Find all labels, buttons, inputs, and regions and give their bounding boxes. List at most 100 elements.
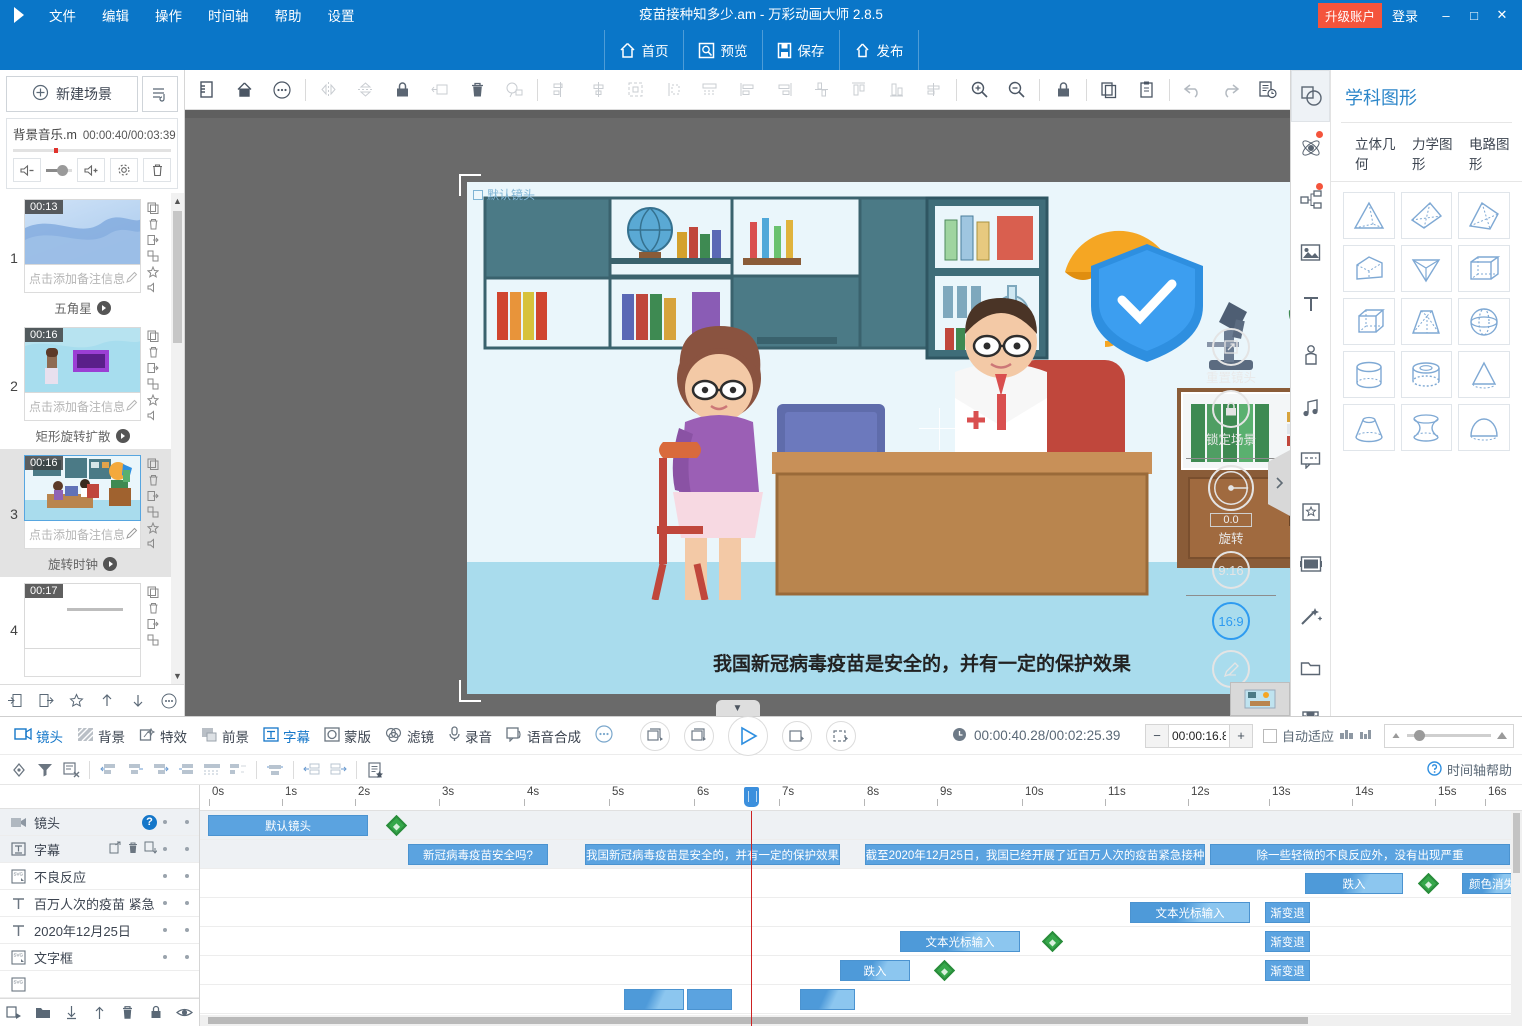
- delete-icon[interactable]: [144, 472, 162, 487]
- timeline-clip[interactable]: [687, 989, 732, 1010]
- delete-icon[interactable]: [127, 841, 139, 857]
- delete-icon[interactable]: [117, 1002, 139, 1024]
- scene-list-scrollbar[interactable]: ▲ ▼: [171, 193, 184, 684]
- track-header-camera[interactable]: 镜头 ?: [0, 809, 199, 836]
- scene-item-2[interactable]: 2 00:16: [0, 321, 171, 449]
- preview-scene-button[interactable]: [684, 721, 714, 751]
- copy-icon[interactable]: [144, 584, 162, 599]
- duplicate-icon[interactable]: [144, 504, 162, 519]
- timeline-clip[interactable]: 渐变退: [1265, 902, 1310, 923]
- rotate-dial[interactable]: [1208, 465, 1254, 511]
- tab-subtitle[interactable]: 字幕: [257, 722, 316, 750]
- lock-position-icon[interactable]: [496, 73, 533, 107]
- scene-thumbnail[interactable]: 00:13: [24, 199, 141, 265]
- sitemap-icon[interactable]: [1291, 174, 1330, 226]
- star-icon[interactable]: [144, 520, 162, 535]
- paste-icon[interactable]: [1128, 73, 1165, 107]
- delete-icon[interactable]: [144, 344, 162, 359]
- rotate-value[interactable]: 0.0: [1210, 513, 1251, 527]
- scene-note[interactable]: 点击添加备注信息: [24, 265, 141, 293]
- gallery-icon[interactable]: [1291, 538, 1330, 590]
- sticker-icon[interactable]: [1291, 486, 1330, 538]
- move-down-icon[interactable]: [60, 1002, 82, 1024]
- export-icon[interactable]: [144, 616, 162, 631]
- fit-width-icon[interactable]: [1339, 728, 1354, 744]
- keyframe-add-icon[interactable]: [6, 758, 32, 782]
- tab-circuits[interactable]: 电路图形: [1469, 133, 1512, 173]
- track-row-million-doses[interactable]: 文本光标输入 渐变退: [200, 898, 1522, 927]
- mute-icon[interactable]: [144, 536, 162, 551]
- scene-item-3[interactable]: 3 00:16: [0, 449, 171, 577]
- reset-camera-button[interactable]: [1212, 328, 1250, 366]
- track-header-subtitle[interactable]: 字幕: [0, 836, 199, 863]
- tab-foreground[interactable]: 前景: [195, 722, 255, 750]
- text-icon[interactable]: [1291, 278, 1330, 330]
- close-button[interactable]: ✕: [1488, 2, 1516, 28]
- timeline-clip[interactable]: 文本光标输入: [1130, 902, 1250, 923]
- menu-timeline[interactable]: 时间轴: [195, 2, 262, 28]
- move-up-icon[interactable]: [96, 690, 118, 712]
- restore-icon[interactable]: [421, 73, 458, 107]
- align-clip-left-icon[interactable]: [95, 758, 121, 782]
- shape-cone[interactable]: [1458, 351, 1510, 398]
- shape-hemisphere[interactable]: [1458, 404, 1510, 451]
- edit-pencil-icon[interactable]: [125, 271, 138, 287]
- maximize-button[interactable]: □: [1460, 2, 1488, 28]
- scene-canvas[interactable]: 默认镜头 我国新冠病毒疫苗是安全的，并有一定的保护效果: [467, 182, 1290, 694]
- timeline-clip[interactable]: 除一些轻微的不良反应外，没有出现严重: [1210, 844, 1510, 865]
- minimize-button[interactable]: –: [1432, 2, 1460, 28]
- shape-prism-triangular[interactable]: [1401, 245, 1453, 292]
- shape-cube-solid[interactable]: [1343, 298, 1395, 345]
- home-button[interactable]: 首页: [604, 30, 683, 70]
- timeline-clip[interactable]: 渐变退: [1265, 960, 1310, 981]
- align-center-h-icon[interactable]: [579, 73, 616, 107]
- copy-icon[interactable]: [144, 456, 162, 471]
- history-icon[interactable]: [1249, 73, 1286, 107]
- timeline-horizontal-scrollbar[interactable]: [200, 1015, 1522, 1026]
- save-button[interactable]: 保存: [762, 30, 839, 70]
- filter-funnel-icon[interactable]: [32, 758, 58, 782]
- shape-hyperboloid[interactable]: [1401, 404, 1453, 451]
- shape-pyramid-square[interactable]: [1458, 192, 1510, 239]
- scene-thumbnail[interactable]: 00:16: [24, 327, 141, 393]
- play-icon[interactable]: [116, 429, 130, 443]
- timeline-help-link[interactable]: 时间轴帮助: [1427, 760, 1512, 779]
- duration-stepper[interactable]: − +: [1145, 724, 1253, 748]
- mute-icon[interactable]: [144, 280, 162, 295]
- group-icon[interactable]: [617, 73, 654, 107]
- keyframe-marker[interactable]: [1042, 931, 1063, 952]
- clear-filter-icon[interactable]: [58, 758, 84, 782]
- align-left-icon[interactable]: [728, 73, 765, 107]
- export-icon[interactable]: [109, 841, 122, 857]
- camera-help-icon[interactable]: ?: [142, 815, 157, 830]
- redo-icon[interactable]: [1211, 73, 1248, 107]
- shape-pyramid-oblique[interactable]: [1401, 192, 1453, 239]
- timeline-tracks-area[interactable]: 0s 1s 2s 3s 4s 5s 6s 7s 8s: [200, 785, 1522, 1026]
- play-button[interactable]: [728, 716, 768, 756]
- menu-operate[interactable]: 操作: [142, 2, 195, 28]
- track-row-subtitle[interactable]: 新冠病毒疫苗安全吗? 我国新冠病毒疫苗是安全的，并有一定的保护效果 截至2020…: [200, 840, 1522, 869]
- shape-cylinder-hollow[interactable]: [1401, 351, 1453, 398]
- move-down-icon[interactable]: [127, 690, 149, 712]
- scene-animation[interactable]: 旋转时钟: [24, 549, 141, 573]
- shape-frustum-pyramid[interactable]: [1401, 298, 1453, 345]
- atom-icon[interactable]: [1291, 122, 1330, 174]
- timeline-clip[interactable]: 我国新冠病毒疫苗是安全的，并有一定的保护效果: [585, 844, 840, 865]
- callout-icon[interactable]: [1291, 434, 1330, 486]
- resize-clips-icon[interactable]: [262, 758, 288, 782]
- minimap-thumbnail[interactable]: [1230, 682, 1290, 716]
- canvas-lock-icon[interactable]: [1044, 73, 1081, 107]
- new-scene-button[interactable]: 新建场景: [6, 76, 138, 112]
- track-row-textbox[interactable]: 跌入 渐变退: [200, 956, 1522, 985]
- ungroup-icon[interactable]: [654, 73, 691, 107]
- shape-prism-wedge[interactable]: [1343, 245, 1395, 292]
- align-clip-center-icon[interactable]: [121, 758, 147, 782]
- export-icon[interactable]: [144, 488, 162, 503]
- stagger-clips-icon[interactable]: [225, 758, 251, 782]
- canvas-stage[interactable]: 默认镜头 我国新冠病毒疫苗是安全的，并有一定的保护效果 重置镜头 锁定场景: [185, 110, 1290, 716]
- publish-button[interactable]: 发布: [839, 30, 919, 70]
- keyframe-marker[interactable]: [386, 815, 407, 836]
- scene-list-options-button[interactable]: [142, 76, 178, 112]
- import-icon[interactable]: [144, 841, 157, 857]
- preview-from-here-button[interactable]: [782, 721, 812, 751]
